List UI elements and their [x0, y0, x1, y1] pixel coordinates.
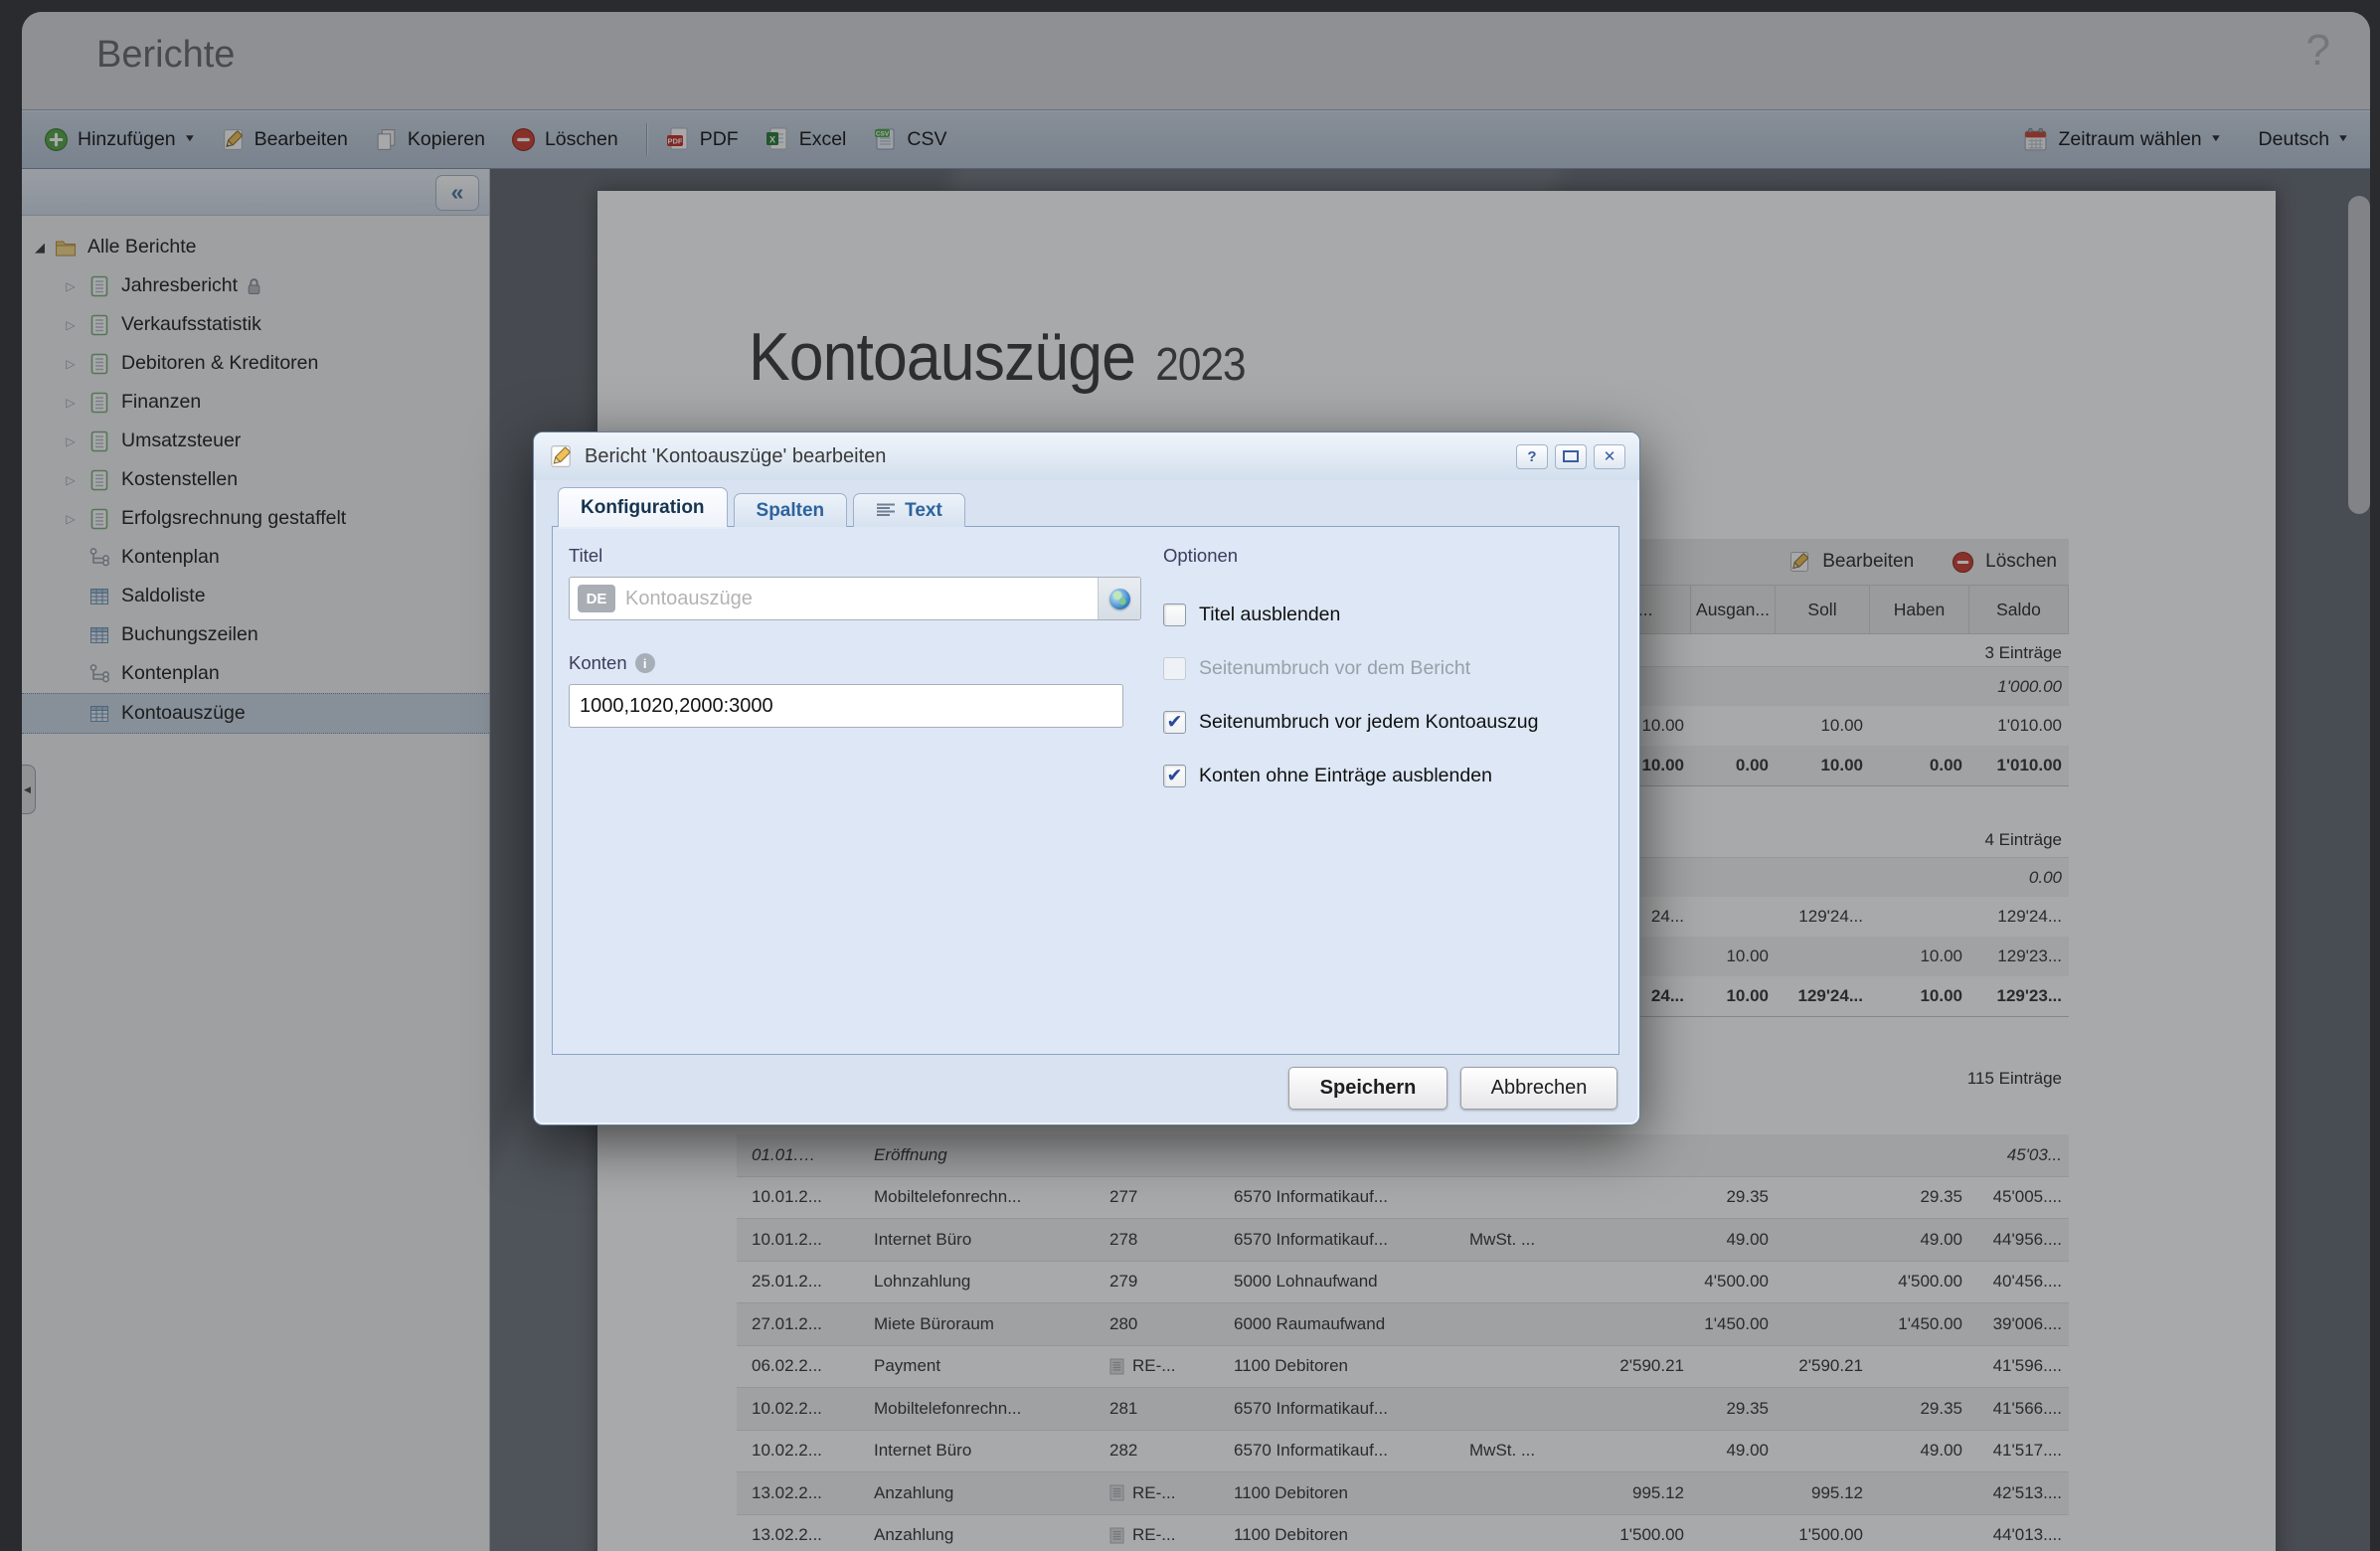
edit-report-dialog: Bericht 'Kontoauszüge' bearbeiten ? ✕ Ko… — [533, 431, 1640, 1125]
maximize-icon — [1563, 450, 1579, 462]
tab-konfiguration[interactable]: Konfiguration — [558, 487, 728, 527]
language-badge: DE — [578, 585, 615, 612]
dialog-tabs: Konfiguration Spalten Text — [558, 487, 965, 527]
konten-label: Konten i — [569, 652, 655, 674]
info-icon[interactable]: i — [635, 653, 655, 673]
titel-input[interactable]: DE — [569, 577, 1141, 620]
translate-button[interactable] — [1098, 578, 1140, 619]
optionen-label: Optionen — [1163, 545, 1238, 567]
checkbox-disabled — [1163, 657, 1186, 680]
konten-text-field[interactable] — [570, 695, 1122, 718]
option-titel-ausblenden[interactable]: Titel ausblenden — [1163, 603, 1340, 626]
globe-icon — [1109, 589, 1130, 609]
pencil-icon — [548, 443, 574, 469]
tab-text[interactable]: Text — [853, 493, 965, 527]
checkbox-unchecked[interactable] — [1163, 603, 1186, 626]
dialog-help-button[interactable]: ? — [1516, 444, 1548, 469]
save-button[interactable]: Speichern — [1288, 1067, 1447, 1110]
dialog-title: Bericht 'Kontoauszüge' bearbeiten — [585, 445, 886, 468]
desktop-background: Berichte ? Hinzufügen ▼ Bearbeiten Kopie… — [0, 0, 2380, 1551]
dialog-titlebar: Bericht 'Kontoauszüge' bearbeiten ? ✕ — [534, 432, 1639, 480]
option-seitenumbruch-bericht: Seitenumbruch vor dem Bericht — [1163, 657, 1470, 680]
tab-spalten[interactable]: Spalten — [734, 493, 848, 527]
checkbox-checked[interactable]: ✔ — [1163, 711, 1186, 734]
cancel-button[interactable]: Abbrechen — [1460, 1067, 1617, 1110]
dialog-config-panel: Titel DE Konten i Optionen Titel ausblen… — [552, 526, 1619, 1055]
dialog-window-controls: ? ✕ — [1516, 444, 1625, 469]
dialog-close-button[interactable]: ✕ — [1594, 444, 1625, 469]
checkbox-checked[interactable]: ✔ — [1163, 765, 1186, 787]
dialog-maximize-button[interactable] — [1555, 444, 1587, 469]
konten-input[interactable] — [569, 684, 1123, 728]
option-seitenumbruch-kontoauszug[interactable]: ✔ Seitenumbruch vor jedem Kontoauszug — [1163, 711, 1538, 734]
titel-label: Titel — [569, 545, 602, 567]
option-konten-ohne-eintraege[interactable]: ✔ Konten ohne Einträge ausblenden — [1163, 765, 1492, 787]
titel-text-field[interactable] — [615, 588, 1098, 610]
text-lines-icon — [876, 503, 896, 518]
